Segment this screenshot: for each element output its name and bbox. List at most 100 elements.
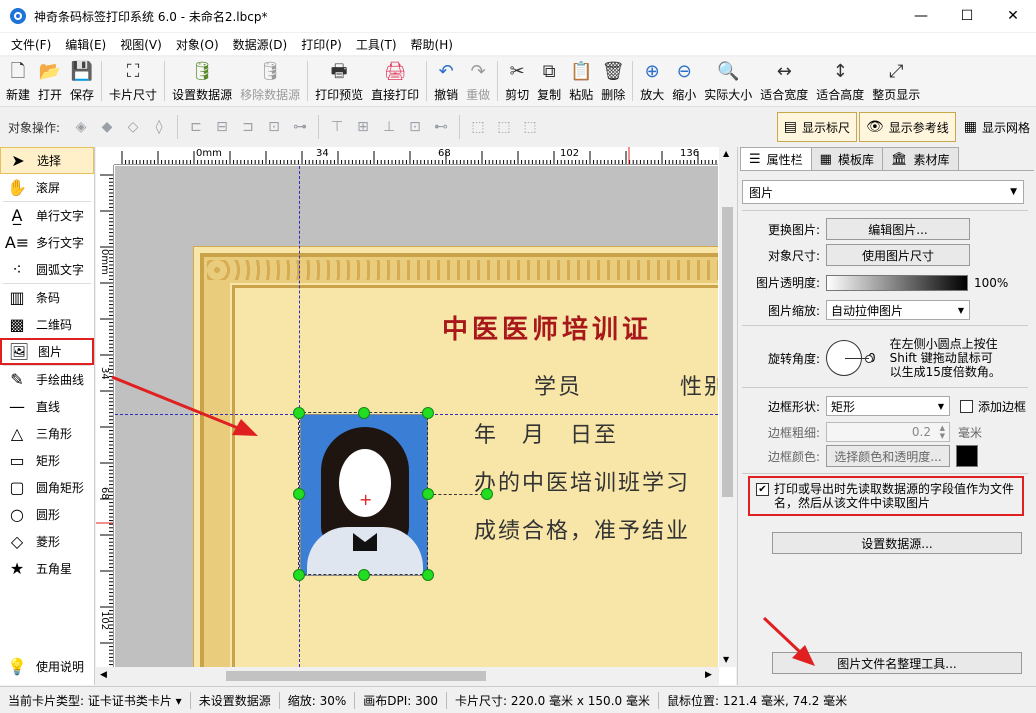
redo-button[interactable]: ↷ 重做 — [462, 57, 494, 105]
tool-diamond[interactable]: ◇ 菱形 — [0, 528, 94, 555]
resize-handle-se[interactable] — [422, 569, 434, 581]
distribute-v-icon[interactable]: ⊡ — [403, 117, 427, 137]
new-file-button[interactable]: 🗋 新建 — [2, 57, 34, 105]
menu-print[interactable]: 打印(P) — [294, 36, 349, 53]
horizontal-scrollbar[interactable]: ◀ ▶ — [96, 667, 719, 685]
top-ruler[interactable]: 0mm 34 68 102 136 — [114, 147, 718, 165]
show-ruler-toggle[interactable]: ▤ 显示标尺 — [776, 112, 857, 142]
vertical-scroll-thumb[interactable] — [722, 207, 733, 497]
tool-image[interactable]: 🖼 图片 — [0, 338, 94, 365]
rotation-dial[interactable] — [826, 340, 873, 376]
certificate-text-student[interactable]: 学员 — [534, 369, 582, 401]
tool-barcode[interactable]: ▥ 条码 — [0, 284, 94, 311]
scroll-up-icon[interactable]: ▲ — [723, 149, 729, 158]
align-top-icon[interactable]: ⊤ — [325, 117, 349, 137]
tool-select[interactable]: ➤ 选择 — [0, 147, 94, 174]
menu-tools[interactable]: 工具(T) — [349, 36, 404, 53]
save-button[interactable]: 💾 保存 — [66, 57, 98, 105]
tool-single-text[interactable]: A̲ 单行文字 — [0, 202, 94, 229]
certificate-text-gender[interactable]: 性别 — [680, 369, 718, 401]
set-datasource-button[interactable]: 设置数据源... — [772, 532, 1022, 554]
certificate-text-date[interactable]: 年 月 日至 — [474, 417, 618, 449]
card-size-button[interactable]: ⛶ 卡片尺寸 — [105, 57, 161, 105]
certificate-title[interactable]: 中医医师培训证 — [442, 309, 652, 346]
resize-handle-n[interactable] — [358, 407, 370, 419]
tab-properties[interactable]: ☰ 属性栏 — [740, 147, 812, 170]
tool-freehand[interactable]: ✎ 手绘曲线 — [0, 366, 94, 393]
resize-handle-ne[interactable] — [422, 407, 434, 419]
tool-arc-text[interactable]: ⁖ 圆弧文字 — [0, 256, 94, 283]
scroll-left-icon[interactable]: ◀ — [100, 670, 107, 680]
actual-size-button[interactable]: 🔍 实际大小 — [700, 57, 756, 105]
horizontal-scroll-thumb[interactable] — [226, 671, 486, 681]
print-preview-button[interactable]: 🖶 打印预览 — [311, 57, 367, 105]
certificate-text-course[interactable]: 办的中医培训班学习 — [474, 465, 690, 497]
align-center-icon[interactable]: ⊟ — [210, 117, 234, 137]
rotation-handle[interactable] — [481, 488, 493, 500]
undo-button[interactable]: ↶ 撤销 — [430, 57, 462, 105]
open-file-button[interactable]: 📂 打开 — [34, 57, 66, 105]
scroll-right-icon[interactable]: ▶ — [705, 670, 712, 680]
status-card-type[interactable]: 当前卡片类型: 证卡证书类卡片 ▾ — [0, 691, 191, 709]
menu-view[interactable]: 视图(V) — [113, 36, 169, 53]
close-button[interactable]: ✕ — [990, 0, 1036, 32]
database-button[interactable]: 🛢 设置数据源 — [168, 57, 236, 105]
menu-file[interactable]: 文件(F) — [4, 36, 58, 53]
tool-qrcode[interactable]: ▩ 二维码 — [0, 311, 94, 338]
tool-circle[interactable]: ○ 圆形 — [0, 501, 94, 528]
zoom-in-button[interactable]: ⊕ 放大 — [636, 57, 668, 105]
opacity-slider[interactable] — [826, 274, 968, 291]
design-workspace[interactable]: 中医医师培训证 学员 性别 年 月 日至 办的中医培训班学习 成绩合格，准予结业… — [115, 166, 718, 667]
border-shape-select[interactable]: 矩形 ▼ — [826, 396, 950, 416]
lock-icon[interactable]: ⬚ — [518, 117, 542, 137]
certificate-card[interactable]: 中医医师培训证 学员 性别 年 月 日至 办的中医培训班学习 成绩合格，准予结业 — [193, 246, 718, 667]
object-type-select[interactable]: 图片 ▼ — [742, 180, 1024, 204]
align-right-icon[interactable]: ⊐ — [236, 117, 260, 137]
image-rename-tool-button[interactable]: 图片文件名整理工具... — [772, 652, 1022, 674]
tool-line[interactable]: — 直线 — [0, 393, 94, 420]
fit-width-button[interactable]: ↔ 适合宽度 — [756, 57, 812, 105]
menu-datasource[interactable]: 数据源(D) — [226, 36, 295, 53]
tool-multi-text[interactable]: A≡ 多行文字 — [0, 229, 94, 256]
edit-image-button[interactable]: 编辑图片... — [826, 218, 970, 240]
minimize-button[interactable]: — — [898, 0, 944, 32]
border-color-swatch[interactable] — [956, 445, 978, 467]
tab-assets[interactable]: 🏛 素材库 — [881, 147, 959, 170]
scroll-down-icon[interactable]: ▼ — [723, 655, 729, 664]
group-icon[interactable]: ⬚ — [466, 117, 490, 137]
center-h-icon[interactable]: ⊶ — [288, 117, 312, 137]
layer-up-icon[interactable]: ◈ — [69, 117, 93, 137]
printer-button[interactable]: 🖨 直接打印 — [367, 57, 423, 105]
read-datasource-checkbox[interactable]: ✔ — [756, 483, 769, 496]
tool-triangle[interactable]: △ 三角形 — [0, 420, 94, 447]
layer-bottom-icon[interactable]: ◊ — [147, 117, 171, 137]
menu-object[interactable]: 对象(O) — [169, 36, 226, 53]
resize-handle-w[interactable] — [293, 488, 305, 500]
border-width-spinner[interactable]: 0.2 ▲ ▼ — [826, 422, 950, 442]
border-color-button[interactable]: 选择颜色和透明度... — [826, 445, 950, 467]
tool-rounded-rect[interactable]: ▢ 圆角矩形 — [0, 474, 94, 501]
resize-handle-nw[interactable] — [293, 407, 305, 419]
menu-edit[interactable]: 编辑(E) — [58, 36, 113, 53]
copy-button[interactable]: ⧉ 复制 — [533, 57, 565, 105]
tool-star[interactable]: ★ 五角星 — [0, 555, 94, 582]
vertical-scrollbar[interactable]: ▲ ▼ — [719, 147, 736, 667]
fit-height-button[interactable]: ↕ 适合高度 — [812, 57, 868, 105]
scale-select[interactable]: 自动拉伸图片 ▼ — [826, 300, 970, 320]
left-ruler[interactable]: 0mm 34 68 102 — [96, 165, 114, 667]
show-guides-toggle[interactable]: 👁 显示参考线 — [858, 112, 956, 142]
center-v-icon[interactable]: ⊷ — [429, 117, 453, 137]
remove-database-button[interactable]: 🛢 移除数据源 — [236, 57, 304, 105]
trash-button[interactable]: 🗑 删除 — [597, 57, 629, 105]
scissors-button[interactable]: ✂ 剪切 — [501, 57, 533, 105]
show-grid-toggle[interactable]: ▦ 显示网格 — [958, 112, 1036, 142]
menu-help[interactable]: 帮助(H) — [404, 36, 460, 53]
tool-rectangle[interactable]: ▭ 矩形 — [0, 447, 94, 474]
certificate-text-result[interactable]: 成绩合格，准予结业 — [474, 513, 690, 545]
layer-top-icon[interactable]: ◆ — [95, 117, 119, 137]
align-bottom-icon[interactable]: ⊥ — [377, 117, 401, 137]
layer-down-icon[interactable]: ◇ — [121, 117, 145, 137]
align-left-icon[interactable]: ⊏ — [184, 117, 208, 137]
tab-templates[interactable]: ▦ 模板库 — [810, 147, 883, 170]
resize-handle-sw[interactable] — [293, 569, 305, 581]
